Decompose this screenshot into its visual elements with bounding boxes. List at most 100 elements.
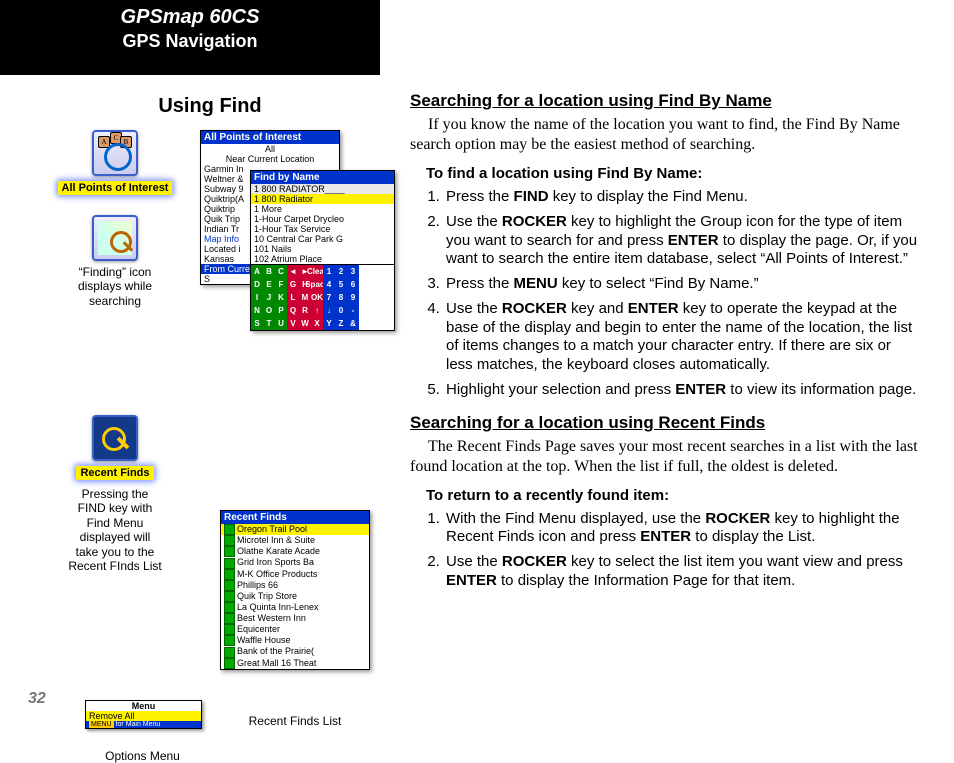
page-header: GPSmap 60CS GPS Navigation (0, 0, 380, 75)
poi-right-item: 1 800 Radiator (251, 194, 394, 204)
header-device: GPSmap 60CS (0, 6, 380, 29)
keypad-key: P (275, 304, 287, 317)
recent-item: Oregon Trail Pool (221, 524, 369, 535)
keypad-key: ↓ (323, 304, 335, 317)
find-input: 1 800 RADIATOR____ (251, 184, 394, 194)
steps-recent: With the Find Menu displayed, use the RO… (410, 510, 920, 591)
keypad-key: 2 (335, 265, 347, 278)
poi-right-item: 1-Hour Carpet Drycleo (251, 214, 394, 224)
recent-item: Best Western Inn (221, 613, 369, 624)
sublabel1: To find a location using Find By Name: (426, 165, 920, 184)
keypad-key: T (263, 317, 275, 330)
rstep2: Use the ROCKER key to select the list it… (444, 553, 920, 591)
keypad-key: & (347, 317, 359, 330)
recent-item: Grid Iron Sports Ba (221, 557, 369, 568)
step2: Use the ROCKER key to highlight the Grou… (444, 213, 920, 269)
keypad-key: 6 (347, 278, 359, 291)
keypad-key: I (251, 291, 263, 304)
poi-right-item: 1 More (251, 204, 394, 214)
recent-item: Waffle House (221, 635, 369, 646)
poi-right-item: 102 Atrium Place (251, 254, 394, 264)
heading-findbyname: Searching for a location using Find By N… (410, 90, 920, 111)
keypad-key: 5 (335, 278, 347, 291)
finding-icon-block: “Finding” icon displays while searching (60, 215, 170, 308)
step5: Highlight your selection and press ENTER… (444, 381, 920, 400)
left-title: Using Find (30, 95, 390, 118)
keypad-key: 3 (347, 265, 359, 278)
onscreen-keypad: ABC◄►Clear123DEFGHSpace456IJKLMOK789NOPQ… (251, 264, 394, 330)
page-number: 32 (28, 690, 46, 708)
finding-icon (92, 215, 138, 261)
keypad-key: D (251, 278, 263, 291)
recent-item: Phillips 66 (221, 580, 369, 591)
keypad-key: J (263, 291, 275, 304)
keypad-key: B (263, 265, 275, 278)
keypad-key: C (275, 265, 287, 278)
keypad-key: M (299, 291, 311, 304)
keypad-key: ◄ (287, 265, 299, 278)
keypad-key: 7 (323, 291, 335, 304)
recent-item: Quik Trip Store (221, 591, 369, 602)
keypad-key: Z (335, 317, 347, 330)
recent-item: Olathe Karate Acade (221, 546, 369, 557)
options-menu-row: Remove All (86, 711, 201, 721)
rstep1: With the Find Menu displayed, use the RO… (444, 510, 920, 548)
keypad-key: ↑ (311, 304, 323, 317)
recent-caption: Pressing the FIND key with Find Menu dis… (60, 487, 170, 573)
recent-finds-title: Recent Finds (221, 511, 369, 524)
keypad-key: R (299, 304, 311, 317)
options-menu-title: Menu (86, 701, 201, 711)
keypad-key: W (299, 317, 311, 330)
left-column: Using Find A C B All Points of Interest … (30, 95, 390, 126)
keypad-key: 4 (323, 278, 335, 291)
keypad-key: Q (287, 304, 299, 317)
keypad-key: A (251, 265, 263, 278)
poi-icon-block: A C B All Points of Interest (50, 130, 180, 196)
step1: Press the FIND key to display the Find M… (444, 188, 920, 207)
poi-icon: A C B (92, 130, 138, 176)
keypad-key: X (311, 317, 323, 330)
poi-back-title: All Points of Interest (201, 131, 339, 144)
poi-screen-front: Find by Name 1 800 RADIATOR____ 1 800 Ra… (250, 170, 395, 331)
recent-item: Equicenter (221, 624, 369, 635)
sublabel2: To return to a recently found item: (426, 487, 920, 506)
keypad-key: S (251, 317, 263, 330)
keypad-key: 0 (335, 304, 347, 317)
keypad-key: K (275, 291, 287, 304)
poi-right-item: 10 Central Car Park G (251, 234, 394, 244)
para1: If you know the name of the location you… (410, 115, 920, 155)
options-menu-footer: MENU for Main Menu (86, 721, 201, 728)
recent-item: La Quinta Inn-Lenex (221, 602, 369, 613)
recent-list-caption: Recent Finds List (220, 714, 370, 728)
options-menu: Menu Remove All MENU for Main Menu (85, 700, 202, 729)
keypad-key: V (287, 317, 299, 330)
step3: Press the MENU key to select “Find By Na… (444, 275, 920, 294)
keypad-key: G (287, 278, 299, 291)
poi-right-item: 1-Hour Tax Service (251, 224, 394, 234)
keypad-key: U (275, 317, 287, 330)
recent-item: M-K Office Products (221, 569, 369, 580)
step4: Use the ROCKER key and ENTER key to oper… (444, 300, 920, 375)
recent-icon-block: Recent Finds Pressing the FIND key with … (60, 415, 170, 573)
poi-right-item: 101 Nails (251, 244, 394, 254)
keypad-key: F (275, 278, 287, 291)
right-column: Searching for a location using Find By N… (410, 90, 920, 603)
keypad-key: N (251, 304, 263, 317)
poi-sub1: All (201, 144, 339, 154)
keypad-key: 1 (323, 265, 335, 278)
keypad-key: 9 (347, 291, 359, 304)
recent-item: Microtel Inn & Suite (221, 535, 369, 546)
keypad-key: - (347, 304, 359, 317)
keypad-key: Space (311, 278, 323, 291)
recent-finds-icon (92, 415, 138, 461)
keypad-key: Clear (311, 265, 323, 278)
header-subtitle: GPS Navigation (0, 31, 380, 52)
keypad-key: Y (323, 317, 335, 330)
options-caption: Options Menu (85, 749, 200, 763)
finding-caption: “Finding” icon displays while searching (60, 265, 170, 308)
recent-item: Bank of the Prairie( (221, 646, 369, 657)
poi-label: All Points of Interest (58, 181, 173, 195)
recent-label: Recent Finds (76, 466, 153, 480)
keypad-key: L (287, 291, 299, 304)
recent-item: Great Mall 16 Theat (221, 658, 369, 669)
